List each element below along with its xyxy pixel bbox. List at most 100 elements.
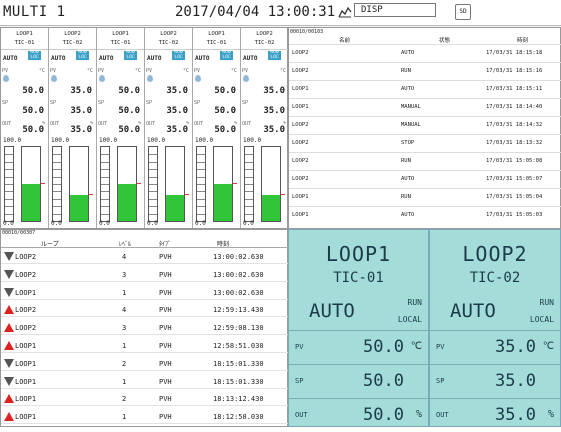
faceplate-sp-row[interactable]: SP 50.0 xyxy=(289,364,428,398)
alarm-log[interactable]: 00010/00307 ループ ﾚﾍﾞﾙ ﾀｲﾌﾟ 時刻 LOOP2 4 PVH 13… xyxy=(0,229,289,427)
event-time: 17/03/31 15:05:07 xyxy=(486,176,543,182)
faceplate-sp-row[interactable]: SP 35.0 xyxy=(430,364,560,398)
pv-unit: °C xyxy=(279,68,286,74)
faceplate-sp-value[interactable]: 50.0 xyxy=(363,371,404,391)
out-label: OUT xyxy=(50,121,60,127)
alarm-row[interactable]: LOOP1 2 PVH 18:15:01.330 xyxy=(1,356,289,371)
faceplate-run: RUN xyxy=(539,298,554,307)
alarm-level: 1 xyxy=(122,377,127,386)
loop-header: LOOP2 TIC-02 xyxy=(49,28,96,50)
alarm-loop: LOOP1 xyxy=(15,342,37,350)
alarm-row[interactable]: LOOP2 3 PVH 13:00:02.630 xyxy=(1,267,289,282)
alarm-row[interactable]: LOOP1 1 PVH 13:00:02.630 xyxy=(1,285,289,300)
sd-card-icon[interactable]: SD xyxy=(455,4,471,20)
scale-tick xyxy=(101,191,109,193)
output-bar-fill xyxy=(118,184,136,221)
event-log[interactable]: 00010/00103 名前 状態 時刻 LOOP2 AUTO 17/03/31 1… xyxy=(288,27,561,229)
faceplate-pv-value: 35.0 xyxy=(495,337,536,357)
output-bar xyxy=(213,146,237,222)
event-row[interactable]: LOOP2 MANUAL 17/03/31 18:14:32 xyxy=(289,116,561,131)
event-row[interactable]: LOOP1 AUTO 17/03/31 18:15:11 xyxy=(289,80,561,95)
alarm-type: PVH xyxy=(159,342,172,350)
scale-tick xyxy=(245,213,253,215)
loop-tag: TIC-02 xyxy=(254,40,275,46)
loop-column[interactable]: LOOP2 TIC-02 AUTO RUN LOC PV °C 35.0 SP 35.0 OUT% 3… xyxy=(49,28,97,228)
out-value: 35.0 xyxy=(263,125,285,135)
scale-tick xyxy=(53,206,61,208)
event-row[interactable]: LOOP1 MANUAL 17/03/31 18:14:40 xyxy=(289,98,561,113)
run-local-badge: RUN LOC xyxy=(76,50,89,60)
event-row[interactable]: LOOP2 AUTO 17/03/31 15:05:07 xyxy=(289,170,561,185)
event-status: RUN xyxy=(401,158,411,164)
event-status: AUTO xyxy=(401,50,415,56)
alarm-row[interactable]: LOOP2 3 PVH 12:59:08.130 xyxy=(1,320,289,336)
alarm-row[interactable]: LOOP2 4 PVH 12:59:13.430 xyxy=(1,302,289,318)
sp-label: SP xyxy=(146,100,153,106)
loop-mode: AUTO xyxy=(51,55,66,62)
alarm-row[interactable]: LOOP2 4 PVH 13:00:02.630 xyxy=(1,249,289,264)
scale-tick xyxy=(197,191,205,193)
scale-bar xyxy=(148,146,158,222)
event-time: 17/03/31 18:14:32 xyxy=(486,122,543,128)
loop-mode: AUTO xyxy=(99,55,114,62)
disp-button[interactable]: DISP xyxy=(354,3,436,17)
scale-tick xyxy=(197,206,205,208)
alarm-up-icon xyxy=(4,305,14,315)
faceplate-out-value[interactable]: 50.0 xyxy=(363,405,404,425)
pv-value: 35.0 xyxy=(263,86,285,96)
output-bar xyxy=(21,146,45,222)
faceplate-out-row[interactable]: OUT 35.0% xyxy=(430,398,560,426)
loop-column[interactable]: LOOP1 TIC-01 AUTO RUN LOC PV °C 50.0 SP 50.0 OUT% 5… xyxy=(193,28,241,228)
alarm-row[interactable]: LOOP1 1 PVH 18:12:58.030 xyxy=(1,409,289,425)
event-status: AUTO xyxy=(401,176,415,182)
event-row[interactable]: LOOP2 AUTO 17/03/31 18:15:18 xyxy=(289,44,561,59)
scale-min: 0.0 xyxy=(99,220,110,227)
faceplate-sp-label: SP xyxy=(436,377,445,385)
faceplate-out-label: OUT xyxy=(295,411,308,419)
scale-tick xyxy=(245,176,253,178)
out-label: OUT xyxy=(98,121,108,127)
out-value: 50.0 xyxy=(22,125,44,135)
alarm-row[interactable]: LOOP1 1 PVH 12:58:51.030 xyxy=(1,338,289,353)
event-row[interactable]: LOOP2 RUN 17/03/31 18:15:16 xyxy=(289,62,561,77)
alarm-type: PVH xyxy=(159,324,172,333)
alarm-type: PVH xyxy=(159,395,172,404)
loop-mode: AUTO xyxy=(243,55,258,62)
alarm-row[interactable]: LOOP1 2 PVH 18:13:12.430 xyxy=(1,391,289,407)
scale-tick xyxy=(149,213,157,215)
run-local-badge: RUN LOC xyxy=(220,50,233,60)
loop-column[interactable]: LOOP1 TIC-01 AUTO RUN LOC PV °C 50.0 SP 50.0 OUT% 5… xyxy=(97,28,145,228)
faceplate-out-unit: % xyxy=(415,409,422,420)
loop-column[interactable]: LOOP2 TIC-02 AUTO RUN LOC PV °C 35.0 SP 35.0 OUT% 3… xyxy=(241,28,289,228)
alarm-level: 1 xyxy=(122,413,127,422)
event-row[interactable]: LOOP1 RUN 17/03/31 15:05:04 xyxy=(289,188,561,203)
faceplate-sp-value[interactable]: 35.0 xyxy=(495,371,536,391)
output-bar xyxy=(165,146,189,222)
sp-label: SP xyxy=(50,100,57,106)
setpoint-marker xyxy=(89,194,93,196)
loop-column[interactable]: LOOP1 TIC-01 AUTO RUN LOC PV °C 50.0 SP 50.0 OUT% 5… xyxy=(1,28,49,228)
loop-column[interactable]: LOOP2 TIC-02 AUTO RUN LOC PV °C 35.0 SP 35.0 OUT% 3… xyxy=(145,28,193,228)
event-row[interactable]: LOOP1 AUTO 17/03/31 15:05:03 xyxy=(289,206,561,221)
pv-label: PV xyxy=(146,68,153,74)
loop-mode: AUTO xyxy=(195,55,210,62)
event-row[interactable]: LOOP2 RUN 17/03/31 15:05:08 xyxy=(289,152,561,167)
loop-header: LOOP2 TIC-02 xyxy=(145,28,192,50)
scale-min: 0.0 xyxy=(243,220,254,227)
faceplate-out-value[interactable]: 35.0 xyxy=(495,405,536,425)
top-bar: MULTI 1 2017/04/04 13:00:31 DISP SD xyxy=(0,0,561,26)
scale-tick xyxy=(5,198,13,200)
alarm-time: 18:15:01.330 xyxy=(213,359,264,368)
display-mode-icon[interactable] xyxy=(338,6,352,18)
event-row[interactable]: LOOP2 STOP 17/03/31 18:13:32 xyxy=(289,134,561,149)
alarm-loop: LOOP1 xyxy=(15,359,37,368)
faceplate-loop1[interactable]: LOOP1 TIC-01 AUTO RUN LOCAL PV 50.0 ℃ SP 50.0 OUT 5… xyxy=(288,229,429,427)
alarm-time: 18:15:01.330 xyxy=(213,377,264,386)
loop-header: LOOP2 TIC-02 xyxy=(241,28,288,50)
scale-tick xyxy=(149,191,157,193)
faceplate-run-local: RUN LOCAL xyxy=(398,294,422,328)
alarm-row[interactable]: LOOP1 1 PVH 18:15:01.330 xyxy=(1,374,289,389)
faceplate-pv-unit: ℃ xyxy=(410,341,422,352)
faceplate-loop2[interactable]: LOOP2 TIC-02 AUTO RUN LOCAL PV 35.0 ℃ SP 35.0 OUT 3… xyxy=(429,229,561,427)
loop-tag: TIC-01 xyxy=(14,40,35,46)
